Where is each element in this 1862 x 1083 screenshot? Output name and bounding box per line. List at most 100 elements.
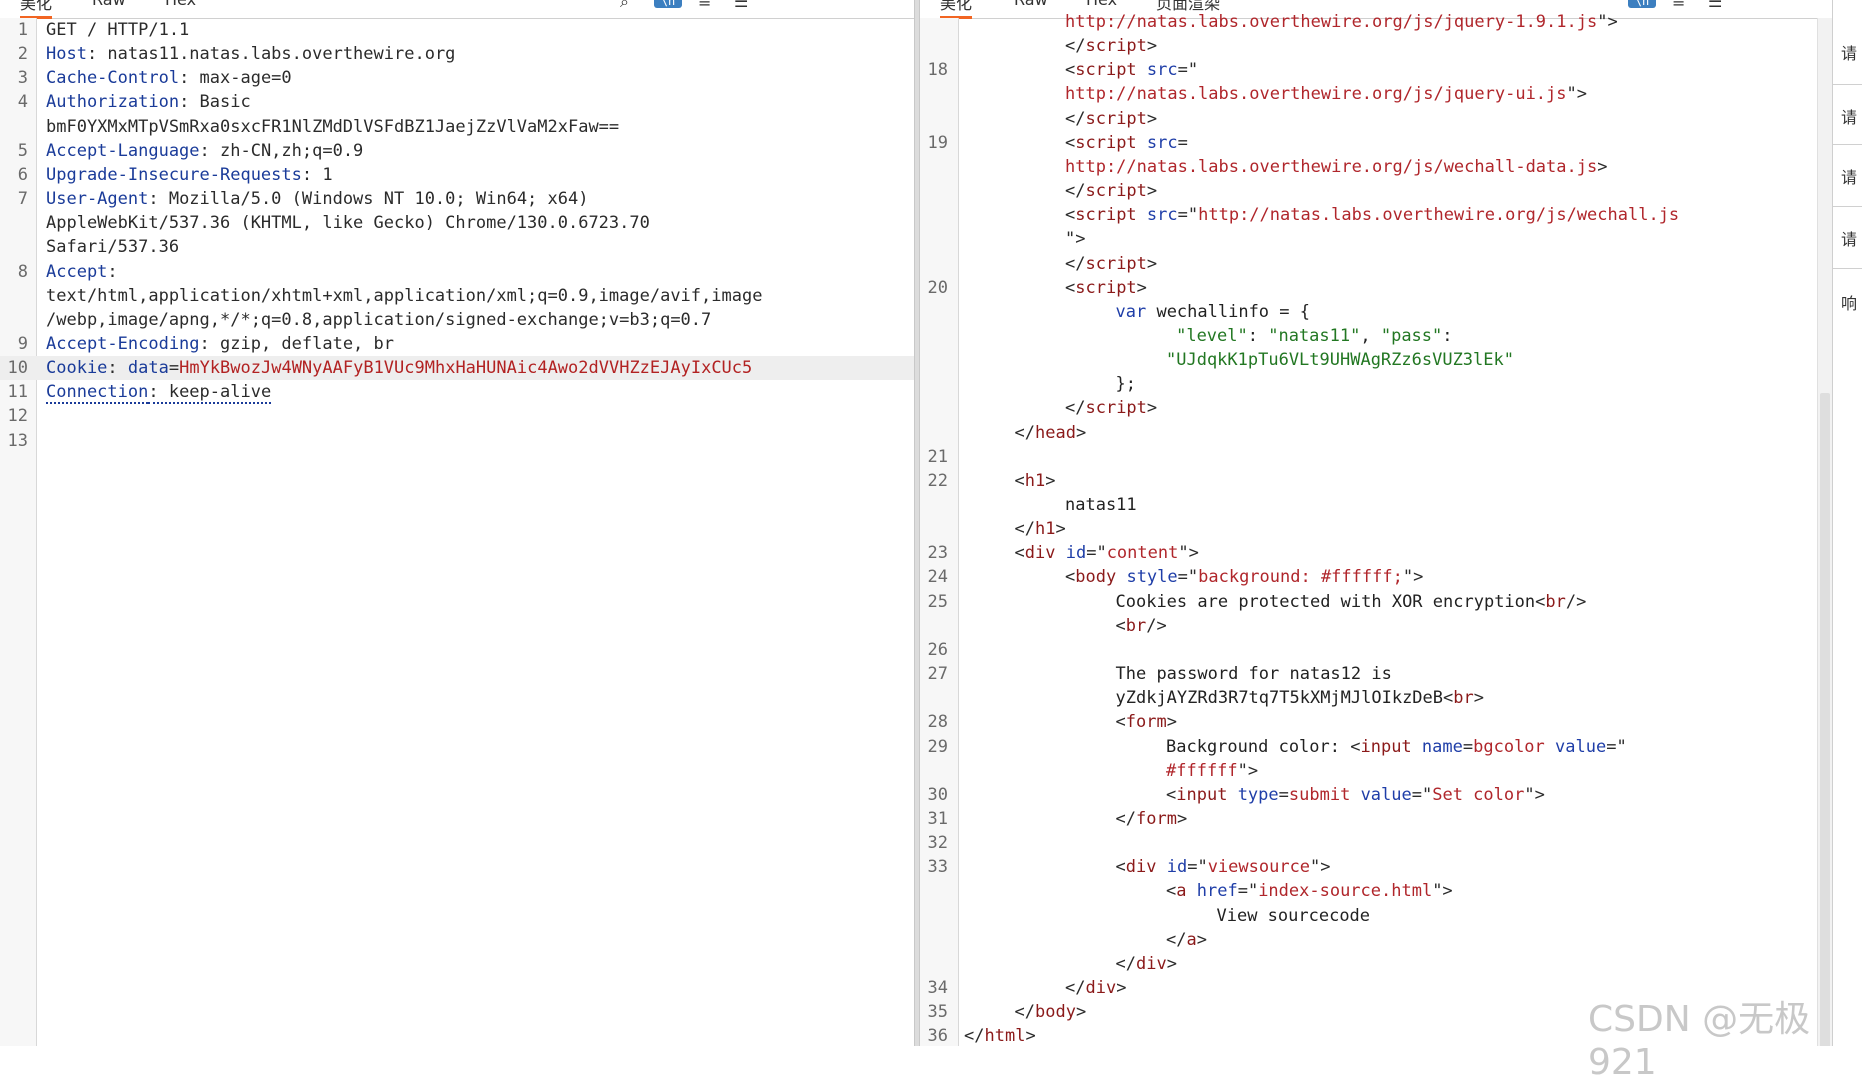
line-number: 9 xyxy=(17,333,28,354)
request-pane: 美化 Raw Hex ⌕ \n ≡ ☰ 1 GET / HTTP/1.1 2 Host… xyxy=(0,0,916,1046)
tab-raw[interactable]: Raw xyxy=(92,0,126,9)
side-item-response-headers[interactable]: 响 xyxy=(1841,290,1857,314)
line-number: 18 xyxy=(927,60,948,81)
code-text: <form> xyxy=(1116,710,1177,734)
code-token: a xyxy=(1176,881,1187,902)
code-line: "UJdqkK1pTu6VLt9UHWAgRZz6sVUZ3lEk" xyxy=(920,348,1832,372)
ln-toggle-icon[interactable]: \n xyxy=(654,0,682,8)
code-token: : xyxy=(107,358,128,379)
code-token: yZdkjAYZRd3R7tq7T5kXMjMJlOIkzDeB xyxy=(1115,688,1444,709)
code-line: 4 Authorization: Basic xyxy=(0,90,916,114)
code-token: http://natas.labs.overthewire.org/js/wec… xyxy=(1065,156,1598,177)
line-number: 23 xyxy=(927,543,948,564)
code-token: form xyxy=(1135,808,1177,829)
code-line: 25 Cookies are protected with XOR encrypt… xyxy=(920,590,1832,614)
wrap-icon[interactable]: ≡ xyxy=(698,0,711,11)
request-tabbar: 美化 Raw Hex ⌕ \n ≡ ☰ xyxy=(0,0,916,19)
code-token: AppleWebKit/537.36 (KHTML, like Gecko) C… xyxy=(46,213,650,234)
code-line: 10 Cookie: data=HmYkBwozJw4WNyAAFyB1VUc9M… xyxy=(0,356,916,381)
search-icon[interactable]: ⌕ xyxy=(620,0,629,12)
code-token: Cache-Control xyxy=(46,68,180,89)
code-token: value xyxy=(1360,784,1412,805)
tab-pretty[interactable]: 美化 xyxy=(20,0,53,19)
code-token: > xyxy=(1136,277,1147,298)
code-line: 6 Upgrade-Insecure-Requests: 1 xyxy=(0,163,916,187)
code-line: 31 </form> xyxy=(920,807,1832,831)
side-item-request-body[interactable]: 请 xyxy=(1841,164,1857,188)
scrollbar-thumb[interactable] xyxy=(1820,393,1830,1046)
menu-icon[interactable]: ☰ xyxy=(734,0,748,11)
code-line: 30 <input type=submit value="Set color"> xyxy=(920,783,1832,807)
code-token: div xyxy=(1085,978,1117,998)
code-line: 22 <h1> xyxy=(920,469,1832,493)
code-text: </script> xyxy=(1065,107,1157,131)
line-number: 13 xyxy=(7,430,28,451)
code-line: <br/> xyxy=(920,614,1832,638)
code-text: User-Agent: Mozilla/5.0 (Windows NT 10.0… xyxy=(46,187,588,211)
line-number: 36 xyxy=(927,1026,948,1046)
code-token: > xyxy=(1473,688,1484,709)
side-item-request-query[interactable]: 请 xyxy=(1841,104,1857,128)
code-token: wechallinfo = { xyxy=(1146,301,1310,322)
code-text: </script> xyxy=(1065,252,1157,276)
code-line: 2 Host: natas11.natas.labs.overthewire.or… xyxy=(0,42,916,66)
line-number: 25 xyxy=(927,591,948,612)
code-line: 28 <form> xyxy=(920,710,1832,734)
code-token: br xyxy=(1125,615,1147,636)
code-token: a xyxy=(1186,929,1197,950)
code-line: </a> xyxy=(920,928,1832,952)
code-line: bmF0YXMxMTpVSmRxa0sxcFR1NlZMdDlVSFdBZ1Ja… xyxy=(0,115,916,139)
code-token: =" xyxy=(1606,736,1627,757)
code-token: html xyxy=(984,1026,1026,1046)
code-text: <div id="viewsource"> xyxy=(1116,855,1331,879)
code-token: : keep-alive xyxy=(148,382,272,405)
code-text: Safari/537.36 xyxy=(46,235,179,259)
line-number: 4 xyxy=(17,92,28,113)
code-token: = xyxy=(1177,132,1188,153)
code-token: Connection xyxy=(46,382,149,405)
code-text: </script> xyxy=(1065,179,1157,203)
code-token: Accept-Language xyxy=(46,140,200,161)
ln-toggle-icon[interactable]: \n xyxy=(1628,0,1656,8)
code-text: </div> xyxy=(1065,976,1126,1000)
code-text: Cookie: data=HmYkBwozJw4WNyAAFyB1VUc9Mhx… xyxy=(46,356,752,380)
code-token: input xyxy=(1176,784,1228,805)
code-token: Background color: xyxy=(1166,736,1351,757)
tab-raw[interactable]: Raw xyxy=(1014,0,1048,9)
code-line: 12 xyxy=(0,404,916,428)
code-line: http://natas.labs.overthewire.org/js/jqu… xyxy=(920,10,1832,34)
code-text: </form> xyxy=(1116,807,1188,831)
code-line: 24 <body style="background: #ffffff;"> xyxy=(920,565,1832,589)
code-text: View sourcecode xyxy=(1217,904,1371,928)
side-item-request-attributes[interactable]: 请 xyxy=(1841,40,1857,64)
code-token: < xyxy=(1115,712,1126,733)
line-number: 27 xyxy=(927,664,948,685)
line-number: 35 xyxy=(927,1002,948,1023)
code-token: "> xyxy=(1566,84,1587,105)
code-text: <script src=" xyxy=(1065,58,1198,82)
code-text: <input type=submit value="Set color"> xyxy=(1166,783,1545,807)
code-text: Accept-Language: zh-CN,zh;q=0.9 xyxy=(46,139,363,163)
code-line: 19 <script src= xyxy=(920,131,1832,155)
code-token: </ xyxy=(1014,519,1035,540)
code-line: 18 <script src=" xyxy=(920,58,1832,82)
code-text: <body style="background: #ffffff;"> xyxy=(1065,565,1423,589)
tab-hex[interactable]: Hex xyxy=(165,0,196,9)
side-item-request-cookies[interactable]: 请 xyxy=(1841,226,1857,250)
code-token: type xyxy=(1237,784,1279,805)
code-token: /> xyxy=(1565,591,1587,612)
code-token: < xyxy=(1166,784,1177,805)
code-token: > xyxy=(1146,253,1158,274)
vertical-scrollbar[interactable] xyxy=(1817,18,1832,1046)
code-token: > xyxy=(1597,156,1608,177)
code-token: Authorization xyxy=(46,92,180,113)
code-text: Host: natas11.natas.labs.overthewire.org xyxy=(46,42,455,66)
code-token: < xyxy=(1535,591,1546,612)
code-token: > xyxy=(1166,953,1177,974)
tab-hex[interactable]: Hex xyxy=(1086,0,1117,9)
